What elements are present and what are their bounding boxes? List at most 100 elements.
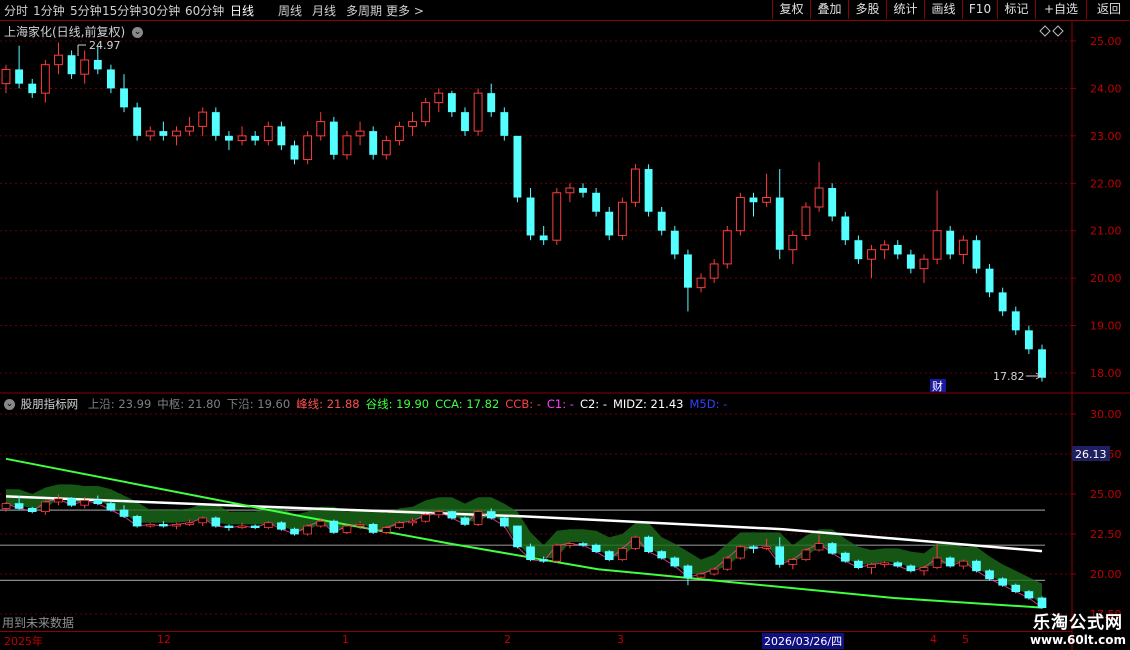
mini-candle-body <box>224 525 234 529</box>
mini-candle-body <box>159 524 168 527</box>
price-tick-label: 18.00 <box>1090 367 1122 380</box>
candle-body <box>709 263 719 279</box>
candle-body <box>670 230 679 255</box>
candle-body <box>696 277 706 289</box>
mini-candle-body <box>591 544 601 553</box>
indicator-tick-label: 22.50 <box>1090 528 1122 541</box>
mini-candle-body <box>237 525 247 529</box>
candle-body <box>919 258 929 270</box>
candle-body <box>237 135 247 142</box>
chart-canvas[interactable]: 25.00 24.00 23.00 22.00 21.00 20.00 19.00 18.00… <box>0 0 1130 650</box>
candle-body <box>657 211 666 231</box>
date-label: 12 <box>157 633 171 646</box>
indicator-tick-label: 30.00 <box>1090 408 1122 421</box>
mini-candle-body <box>434 511 444 516</box>
mini-candle-body <box>893 562 903 567</box>
chevron-down-icon[interactable]: ⌄ <box>132 27 144 38</box>
candle-body <box>263 125 273 142</box>
candle-body <box>946 230 955 255</box>
indicator-axis: 30.0027.5025.0022.5020.0017.50 <box>1072 408 1122 621</box>
mini-candle-body <box>604 551 614 560</box>
mini-candle-body <box>749 546 758 549</box>
candle-body <box>303 135 313 161</box>
svg-text:财: 财 <box>932 379 943 393</box>
date-label: 5 <box>962 633 969 646</box>
mini-candle-body <box>198 517 208 524</box>
finance-badge[interactable]: 财 <box>930 379 946 393</box>
mini-candle-body <box>906 565 916 572</box>
price-tick-label: 22.00 <box>1090 177 1122 190</box>
date-label: 1 <box>342 633 349 646</box>
mini-candle-body <box>1024 591 1034 599</box>
price-axis: 25.00 24.00 23.00 22.00 21.00 20.00 19.00 18.00 <box>1072 35 1122 380</box>
mini-candle-body <box>408 520 417 524</box>
indicator-value: 中枢: 21.80 <box>157 397 221 411</box>
low-value: 17.82 <box>993 370 1025 383</box>
indicator-value: MIDZ: 21.43 <box>612 397 684 411</box>
candle-body <box>801 206 811 236</box>
mini-candle-body <box>486 511 496 519</box>
date-label: 2 <box>504 633 511 646</box>
mini-candle-body <box>1 503 11 509</box>
mini-candle-body <box>827 543 837 554</box>
mini-candle-body <box>840 552 850 562</box>
mini-candle-body <box>644 536 653 553</box>
svg-text:26.13: 26.13 <box>1075 448 1107 461</box>
mini-candle-body <box>27 507 37 512</box>
mini-candle-body <box>41 501 50 513</box>
diamond-icon-2[interactable] <box>1052 25 1064 37</box>
indicator-value: CCB: - <box>505 397 541 411</box>
candle-body <box>211 112 220 136</box>
candle-body <box>500 112 509 136</box>
candle-body <box>539 235 548 241</box>
indicator-tick-label: 20.00 <box>1090 568 1122 581</box>
mini-candle-body <box>145 524 155 527</box>
watermark-url: www.60lt.com <box>1029 633 1126 647</box>
mini-candle-body <box>1011 584 1021 593</box>
mini-candle-body <box>303 525 312 535</box>
mini-candle-body <box>277 522 286 530</box>
mini-candle-body <box>814 543 824 551</box>
mini-candle-body <box>316 520 326 527</box>
watermark: 乐淘公式网 www.60lt.com <box>1030 608 1126 647</box>
candle-body <box>421 102 431 123</box>
indicator-name[interactable]: 股朋指标网 <box>21 397 79 411</box>
mini-candle-body <box>526 546 535 560</box>
candle-body <box>40 64 50 94</box>
mini-candle-body <box>473 511 483 525</box>
candle-body <box>605 211 614 236</box>
diamond-icon[interactable] <box>1039 25 1051 37</box>
candle-body <box>1 68 11 85</box>
candle-body <box>172 130 181 137</box>
indicator-value: C2: - <box>579 397 607 411</box>
mini-candle-body <box>185 522 194 525</box>
candle-body <box>749 197 758 203</box>
mini-candle-body <box>14 503 24 509</box>
candle-body <box>145 130 155 137</box>
mini-candle-body <box>696 573 706 578</box>
candle-body <box>893 244 902 255</box>
candle-body <box>526 197 535 236</box>
mini-candle-body <box>958 560 968 567</box>
candle-body <box>880 244 890 251</box>
future-data-note: 用到未来数据 <box>2 616 75 630</box>
candle-body <box>369 131 378 155</box>
candle-body <box>972 240 981 269</box>
candle-body <box>381 140 391 156</box>
candle-body <box>251 135 260 141</box>
indicator-value: M5D: - <box>689 397 728 411</box>
candle-body <box>867 249 876 260</box>
candle-body <box>67 55 76 75</box>
candle-body <box>277 126 286 146</box>
mini-candle-body <box>119 509 129 517</box>
watermark-title: 乐淘公式网 <box>1032 613 1123 633</box>
mini-candle-body <box>998 578 1007 586</box>
candle-body <box>579 188 587 193</box>
mini-candle-body <box>460 517 470 525</box>
candle-body <box>159 131 168 136</box>
candle-body <box>1038 349 1046 378</box>
candle-body <box>198 111 208 127</box>
mini-candle-body <box>919 567 929 572</box>
chevron-down-icon[interactable]: ⌄ <box>4 399 15 410</box>
candle-body <box>788 234 798 251</box>
